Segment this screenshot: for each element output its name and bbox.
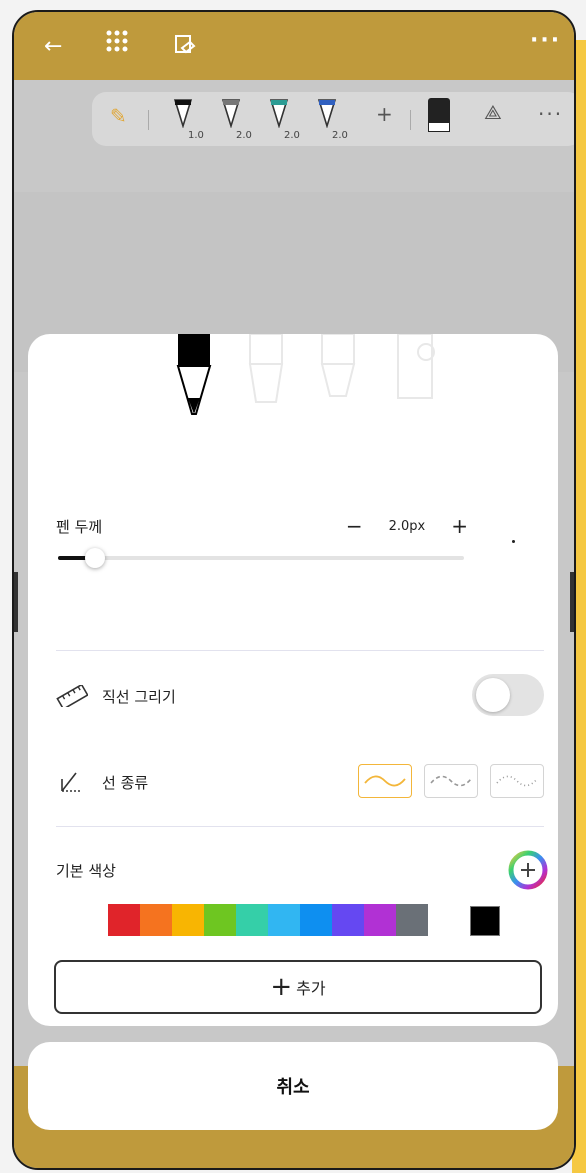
marker-icon[interactable] [248, 333, 284, 403]
back-arrow-icon[interactable]: ← [44, 34, 62, 59]
grid-dots-icon[interactable] [106, 30, 128, 58]
add-label: 추가 [296, 979, 326, 998]
add-button[interactable]: + 추가 [54, 960, 542, 1014]
color-swatch[interactable] [268, 904, 300, 936]
color-swatch[interactable] [364, 904, 396, 936]
pen-thickness-label: 펜 두께 [56, 518, 103, 536]
thickness-preview-dot [512, 540, 515, 543]
thickness-value: 2.0px [388, 518, 426, 534]
color-picker-button[interactable] [508, 850, 548, 890]
side-tab [570, 572, 574, 632]
divider [410, 110, 411, 130]
pen-settings-panel: 펜 두께 − 2.0px + 직선 그리기 선 종류 기본 색상 + 추가 [28, 333, 558, 1026]
add-plus-icon: + [270, 972, 293, 1002]
toggle-knob [476, 678, 510, 712]
divider [56, 826, 544, 827]
line-type-dotted[interactable] [490, 764, 544, 798]
line-type-dashed[interactable] [424, 764, 478, 798]
thickness-minus-button[interactable]: − [346, 514, 363, 538]
toolbar-pen-4[interactable] [316, 98, 338, 130]
cancel-button[interactable]: 취소 [28, 1042, 558, 1130]
basic-color-label: 기본 색상 [56, 862, 116, 880]
ruler-icon[interactable]: ⟁ [484, 100, 502, 124]
pen-toolbar: ✎ 1.0 2.0 2.0 2.0 + ⟁ ··· [92, 92, 574, 146]
line-type-row: 선 종류 [56, 760, 544, 804]
line-type-solid[interactable] [358, 764, 412, 798]
more-icon[interactable]: ··· [530, 28, 561, 53]
toolbar-pen-2[interactable] [220, 98, 242, 130]
color-swatch[interactable] [172, 904, 204, 936]
ruler-icon [56, 682, 92, 710]
color-swatch[interactable] [236, 904, 268, 936]
thickness-plus-button[interactable]: + [451, 514, 468, 538]
straight-line-label: 직선 그리기 [102, 687, 176, 706]
color-swatch[interactable] [140, 904, 172, 936]
thickness-slider[interactable] [58, 548, 464, 568]
straight-line-toggle[interactable] [472, 674, 544, 716]
divider [148, 110, 149, 130]
color-swatch[interactable] [332, 904, 364, 936]
pages-icon[interactable] [174, 34, 196, 62]
toolbar-pen-width: 2.0 [284, 130, 300, 141]
side-tab [14, 572, 18, 632]
pencil-icon[interactable]: ✎ [110, 104, 127, 128]
color-swatch[interactable] [108, 904, 140, 936]
toolbar-more-icon[interactable]: ··· [538, 102, 563, 126]
phone-frame: ← ··· ✎ 1.0 2.0 2.0 2.0 + ⟁ ··· 펜 두께 − 2… [12, 10, 576, 1170]
toolbar-pen-width: 2.0 [236, 130, 252, 141]
highlighter-icon[interactable] [320, 333, 356, 397]
line-type-icon [56, 768, 92, 796]
color-swatch[interactable] [300, 904, 332, 936]
cancel-label: 취소 [276, 1077, 310, 1098]
pen-type-row [28, 333, 558, 424]
fountain-pen-icon[interactable] [176, 334, 212, 415]
divider [56, 650, 544, 651]
line-type-label: 선 종류 [102, 773, 149, 792]
toolbar-pen-width: 1.0 [188, 130, 204, 141]
toolbar-pen-1[interactable] [172, 98, 194, 130]
top-bar: ← ··· [14, 12, 574, 80]
tape-icon[interactable] [397, 333, 435, 399]
toolbar-pen-3[interactable] [268, 98, 290, 130]
current-color-swatch[interactable] [470, 906, 500, 936]
color-swatch[interactable] [204, 904, 236, 936]
slider-thumb[interactable] [84, 548, 105, 568]
add-pen-icon[interactable]: + [376, 102, 393, 126]
color-swatch[interactable] [396, 904, 428, 936]
color-swatches [108, 904, 428, 936]
straight-line-row: 직선 그리기 [56, 674, 544, 718]
toolbar-pen-width: 2.0 [332, 130, 348, 141]
eraser-icon[interactable] [428, 98, 450, 132]
thickness-controls: − 2.0px + [346, 514, 468, 538]
